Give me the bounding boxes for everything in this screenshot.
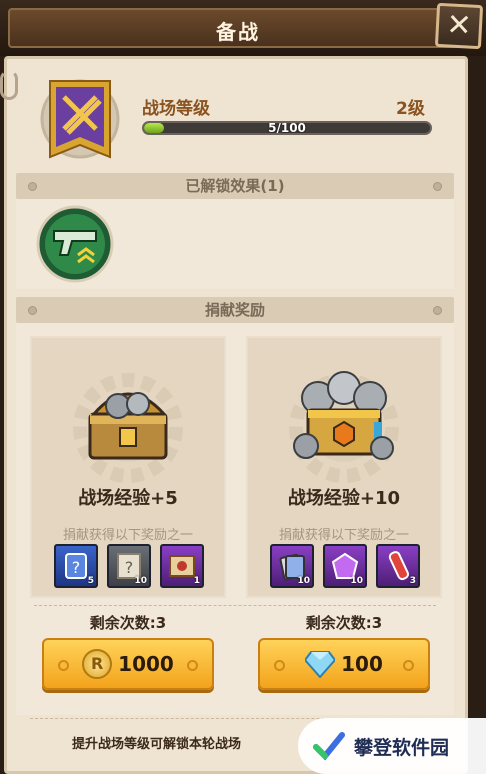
unlocked-effects-title: 已解锁效果(1) — [185, 177, 285, 195]
header-dot — [28, 182, 37, 191]
button-dot — [274, 660, 285, 671]
section-divider — [34, 605, 436, 606]
watermark-text: 攀登软件园 — [354, 736, 450, 759]
unlocked-effects-header: 已解锁效果(1) — [16, 173, 454, 199]
exp-reward-label: 战场经验+10 — [287, 488, 401, 509]
reward-count: 3 — [409, 576, 416, 586]
question-card-icon[interactable]: ? 5 — [54, 544, 98, 588]
header-dot — [28, 306, 37, 315]
donation-rewards-header: 捐献奖励 — [16, 297, 454, 323]
exp-reward-label: 战场经验+5 — [78, 488, 178, 509]
watermark: 攀登软件园 — [298, 718, 486, 774]
reward-count: 10 — [297, 576, 310, 586]
diamond-price: 100 — [341, 652, 383, 676]
reward-count: 10 — [134, 576, 147, 586]
reward-count: 1 — [193, 576, 200, 586]
level-progress-bar: 5/100 — [142, 121, 432, 135]
battlefield-level-label: 战场等级 — [142, 99, 210, 119]
close-icon: ✕ — [445, 7, 473, 44]
reward-list: 10 10 3 — [270, 544, 420, 588]
small-gear-chest-icon — [88, 392, 168, 460]
level-progress-text: 5/100 — [268, 121, 306, 135]
donate-gold-button[interactable]: R 1000 — [42, 638, 214, 690]
watermark-check-icon — [313, 732, 345, 761]
close-button[interactable]: ✕ — [434, 2, 484, 50]
large-gear-chest-icon — [293, 371, 394, 460]
header-dot — [433, 182, 442, 191]
reward-count: 5 — [87, 576, 94, 586]
reward-hint-label: 捐献获得以下奖励之一 — [62, 528, 193, 543]
footer-hint: 提升战场等级可解锁本轮战场 — [72, 737, 242, 752]
question-scroll-icon[interactable]: ? 10 — [107, 544, 151, 588]
button-dot — [403, 660, 414, 671]
reward-hint-label: 捐献获得以下奖励之一 — [278, 528, 409, 543]
svg-text:?: ? — [125, 558, 134, 577]
title-bar: 备战 — [8, 8, 468, 48]
page-title: 备战 — [216, 20, 260, 44]
donate-diamond-button[interactable]: 100 — [258, 638, 430, 690]
purple-gem-icon[interactable]: 10 — [323, 544, 367, 588]
remaining-count-small: 剩余次数:3 — [89, 614, 167, 632]
battlefield-badge-icon — [40, 79, 120, 159]
pistol-upgrade-icon[interactable] — [36, 205, 114, 283]
potion-tube-icon[interactable]: 3 — [376, 544, 420, 588]
donation-card-small: 战场经验+5 捐献获得以下奖励之一 ? 5 ? 10 1 — [30, 336, 226, 598]
diamond-icon — [305, 651, 336, 678]
battlefield-level-value: 2级 — [396, 99, 425, 119]
hook-decoration — [0, 70, 18, 100]
gold-coin-icon: R — [82, 649, 113, 679]
header-bar: 备战 ✕ — [0, 0, 486, 56]
gold-price: 1000 — [118, 652, 174, 676]
svg-text:?: ? — [72, 558, 81, 577]
treasure-map-icon[interactable]: 1 — [160, 544, 204, 588]
reward-list: ? 5 ? 10 1 — [54, 544, 204, 588]
button-dot — [187, 660, 198, 671]
donation-rewards-title: 捐献奖励 — [204, 301, 265, 319]
button-dot — [58, 660, 69, 671]
reward-count: 10 — [350, 576, 363, 586]
header-dot — [433, 306, 442, 315]
donation-card-large: 战场经验+10 捐献获得以下奖励之一 10 10 3 — [246, 336, 442, 598]
card-pack-icon[interactable]: 10 — [270, 544, 314, 588]
remaining-count-large: 剩余次数:3 — [305, 614, 383, 632]
